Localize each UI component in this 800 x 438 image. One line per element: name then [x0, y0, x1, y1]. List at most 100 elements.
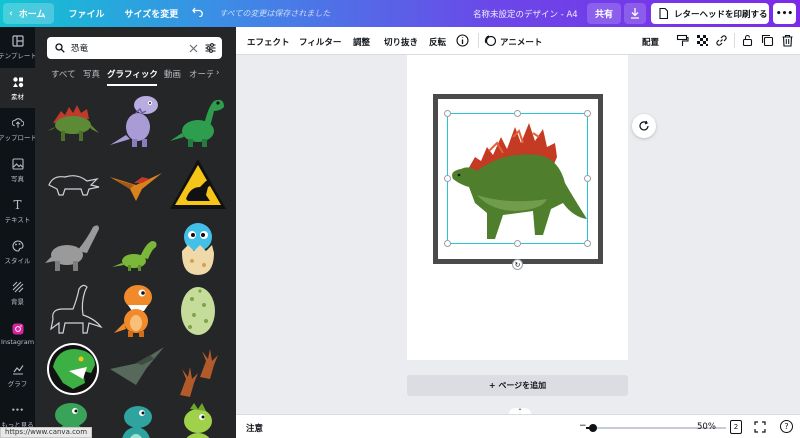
graphic-brachiosaurus-outline-thumbnail[interactable]: [43, 279, 103, 339]
animate-button[interactable]: アニメート: [500, 36, 542, 48]
elements-panel: 恐竜 すべて 写真 グラフィック 動画 オーディオ ›: [35, 27, 236, 438]
share-button[interactable]: 共有: [587, 3, 621, 24]
top-bar: ‹ ホーム ファイル サイズを変更 すべての変更は保存されました 名称未設定のデ…: [0, 0, 800, 27]
zoom-slider-knob[interactable]: [589, 424, 597, 432]
graphic-dinosaur-footprints-thumbnail[interactable]: [168, 339, 228, 399]
page-count-button[interactable]: 2: [730, 420, 742, 434]
regenerate-button[interactable]: [632, 114, 656, 138]
crop-button[interactable]: 切り抜き: [384, 36, 418, 48]
graphic-orange-trex-thumbnail[interactable]: [106, 279, 166, 339]
lock-icon[interactable]: [741, 34, 754, 47]
transparency-icon[interactable]: [696, 34, 709, 47]
toolbar-divider: [734, 33, 735, 48]
resize-handle-top-right[interactable]: [584, 110, 591, 117]
active-tab-indicator: [107, 84, 157, 86]
category-tabs: すべて 写真 グラフィック 動画 オーディオ ›: [35, 68, 236, 84]
tab-videos[interactable]: 動画: [164, 68, 181, 80]
graphic-purple-dinosaur-thumbnail[interactable]: [106, 91, 166, 151]
tabs-scroll-right-icon[interactable]: ›: [216, 68, 219, 78]
instagram-icon: [12, 323, 24, 335]
resize-button[interactable]: サイズを変更: [124, 7, 178, 20]
graphic-teal-dinosaur-thumbnail[interactable]: [106, 397, 166, 438]
nav-item-background[interactable]: 背景: [0, 273, 35, 313]
chevron-left-icon: ‹: [9, 8, 13, 19]
document-icon: [659, 8, 668, 19]
undo-icon[interactable]: [192, 7, 204, 20]
tab-all[interactable]: すべて: [51, 68, 76, 80]
search-bar[interactable]: 恐竜: [47, 37, 222, 59]
more-options-button[interactable]: •••: [773, 3, 796, 24]
resize-handle-top-left[interactable]: [444, 110, 451, 117]
resize-handle-left[interactable]: [444, 175, 451, 182]
text-icon: T: [13, 197, 22, 212]
template-icon: [11, 34, 24, 47]
styles-icon: [12, 239, 24, 252]
left-nav: テンプレート 素材 アップロード 写真 T テキスト スタイル 背景 Insta…: [0, 27, 35, 438]
info-icon[interactable]: [456, 34, 469, 47]
tab-photos[interactable]: 写真: [83, 68, 100, 80]
adjust-button[interactable]: 調整: [353, 36, 370, 48]
graphic-hatching-egg-dinosaur-thumbnail[interactable]: [168, 217, 228, 277]
nav-item-styles[interactable]: スタイル: [0, 232, 35, 272]
nav-item-chart[interactable]: グラフ: [0, 355, 35, 395]
file-menu-button[interactable]: ファイル: [68, 7, 104, 20]
download-button[interactable]: [624, 3, 646, 24]
graphic-dinosaur-warning-sign-thumbnail[interactable]: [168, 155, 228, 215]
resize-handle-bottom-left[interactable]: [444, 240, 451, 247]
fullscreen-icon[interactable]: [754, 421, 766, 433]
download-icon: [631, 8, 639, 19]
effects-button[interactable]: エフェクト: [247, 36, 290, 48]
trash-icon[interactable]: [781, 34, 794, 47]
graphic-green-dinosaur-thumbnail[interactable]: [168, 91, 228, 151]
clear-search-icon[interactable]: [189, 44, 198, 53]
graphic-spotted-egg-thumbnail[interactable]: [168, 279, 228, 339]
bottom-bar: 注意 − 50% 2 ?: [236, 414, 800, 438]
rotate-handle[interactable]: ↻: [512, 259, 523, 270]
tab-audio[interactable]: オーディオ: [189, 68, 213, 80]
zoom-out-icon[interactable]: −: [579, 421, 587, 431]
graphic-trex-badge-thumbnail[interactable]: [43, 339, 103, 399]
graphic-brachiosaurus-gray-thumbnail[interactable]: [43, 217, 103, 277]
toolbar-divider: [478, 33, 479, 48]
link-icon[interactable]: [715, 34, 728, 47]
save-status: すべての変更は保存されました: [219, 9, 331, 18]
status-url: https://www.canva.com: [0, 427, 93, 438]
chart-icon: [12, 363, 24, 375]
tab-graphics[interactable]: グラフィック: [107, 68, 158, 80]
help-button[interactable]: ?: [780, 420, 793, 433]
resize-handle-right[interactable]: [584, 175, 591, 182]
filter-button[interactable]: フィルター: [299, 36, 341, 48]
nav-item-text[interactable]: T テキスト: [0, 191, 35, 231]
notes-button[interactable]: 注意: [246, 422, 263, 434]
home-button[interactable]: ‹ ホーム: [3, 3, 55, 24]
nav-item-uploads[interactable]: アップロード: [0, 109, 35, 149]
paint-roller-icon[interactable]: [676, 34, 689, 47]
graphic-triceratops-outline-thumbnail[interactable]: [43, 155, 103, 215]
resize-handle-top[interactable]: [514, 110, 521, 117]
nav-item-photos[interactable]: 写真: [0, 150, 35, 190]
nav-item-elements[interactable]: 素材: [0, 68, 35, 108]
graphic-small-green-dinosaur-thumbnail[interactable]: [106, 217, 166, 277]
search-input[interactable]: 恐竜: [71, 42, 88, 54]
nav-item-instagram[interactable]: Instagram: [0, 314, 35, 354]
selection-box[interactable]: [447, 113, 588, 244]
graphic-stegosaurus-thumbnail[interactable]: [43, 91, 103, 151]
refresh-icon: [639, 120, 649, 131]
more-icon: •••: [11, 405, 24, 414]
rotate-icon: ↻: [514, 260, 521, 269]
search-icon: [55, 43, 65, 53]
position-button[interactable]: 配置: [642, 36, 659, 48]
add-page-button[interactable]: + ページを追加: [407, 375, 628, 396]
print-letterhead-button[interactable]: レターヘッドを印刷する: [651, 3, 769, 24]
zoom-level[interactable]: 50%: [697, 422, 716, 432]
design-title[interactable]: 名称未設定のデザイン - A4: [473, 8, 578, 20]
graphic-pterodactyl-thumbnail[interactable]: [106, 155, 166, 215]
resize-handle-bottom-right[interactable]: [584, 240, 591, 247]
nav-item-templates[interactable]: テンプレート: [0, 27, 35, 67]
filter-settings-icon[interactable]: [205, 43, 216, 53]
graphic-lime-dinosaur-thumbnail[interactable]: [168, 397, 228, 438]
resize-handle-bottom[interactable]: [514, 240, 521, 247]
duplicate-icon[interactable]: [761, 34, 774, 47]
flip-button[interactable]: 反転: [429, 36, 446, 48]
graphic-flying-pterosaur-thumbnail[interactable]: [106, 339, 166, 399]
